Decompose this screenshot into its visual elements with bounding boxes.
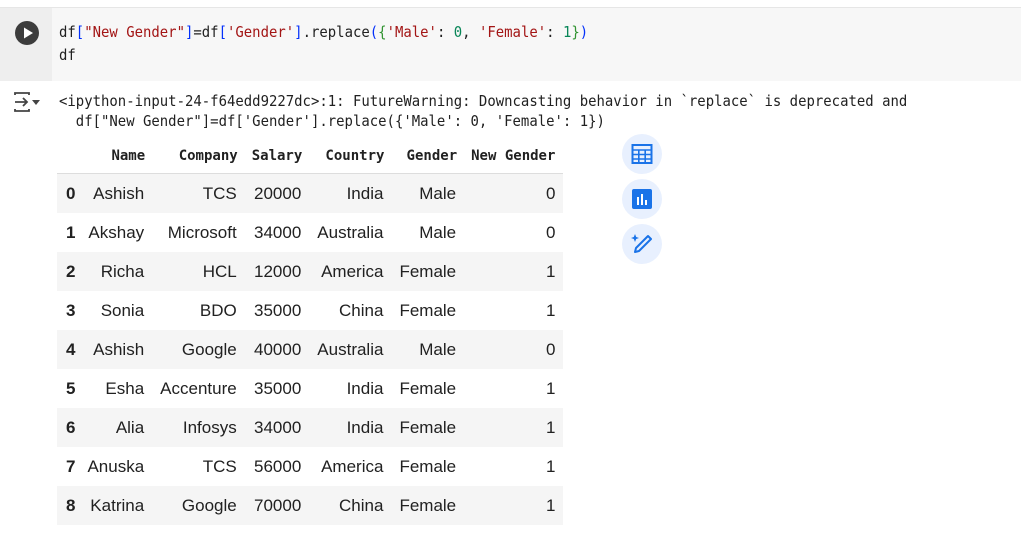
cell-company: TCS bbox=[202, 183, 237, 203]
table-row: 2 Richa HCL 12000 America Female 1 bbox=[57, 252, 564, 291]
cell-gender: Female bbox=[399, 300, 457, 320]
code-line-2: df bbox=[59, 46, 76, 64]
cell-name: Akshay bbox=[88, 222, 145, 242]
cell-index: 7 bbox=[66, 456, 76, 476]
table-row: 8 Katrina Google 70000 China Female 1 bbox=[57, 486, 564, 525]
table-row: 7 Anuska TCS 56000 America Female 1 bbox=[57, 447, 563, 486]
cell-salary: 40000 bbox=[254, 339, 302, 359]
cell-country: China bbox=[339, 300, 384, 320]
cell-name: Anuska bbox=[87, 456, 145, 476]
cell-gender: Female bbox=[399, 261, 457, 281]
cell-company: Google bbox=[181, 339, 237, 359]
cell-salary: 34000 bbox=[254, 417, 302, 437]
cell-gender: Male bbox=[419, 183, 457, 203]
dataframe-table: Name Company Salary Country Gender New G… bbox=[57, 138, 564, 525]
cell-new-gender: 1 bbox=[545, 456, 556, 476]
column-header-new-gender: New Gender bbox=[464, 138, 564, 174]
column-header-salary: Salary bbox=[244, 138, 310, 174]
output-options-icon[interactable] bbox=[12, 90, 44, 114]
column-header-country: Country bbox=[309, 138, 392, 174]
cell-country: Australia bbox=[317, 339, 384, 359]
cell-index: 6 bbox=[66, 417, 76, 437]
warning-line-2: df["New Gender"]=df['Gender'].replace({'… bbox=[59, 112, 605, 130]
table-icon bbox=[631, 144, 653, 164]
cell-country: India bbox=[346, 417, 384, 437]
cell-salary: 56000 bbox=[254, 456, 302, 476]
cell-country: India bbox=[346, 183, 384, 203]
cell-company: Accenture bbox=[160, 378, 237, 398]
warning-output: <ipython-input-24-f64edd9227dc>:1: Futur… bbox=[59, 91, 907, 131]
table-row: 4 Ashish Google 40000 Australia Male 0 bbox=[57, 330, 564, 369]
cell-new-gender: 1 bbox=[545, 261, 556, 281]
cell-new-gender: 1 bbox=[545, 495, 556, 515]
cell-gender: Female bbox=[399, 417, 457, 437]
table-row: 6 Alia Infosys 34000 India Female 1 bbox=[57, 408, 564, 447]
cell-name: Esha bbox=[105, 378, 145, 398]
column-header-gender: Gender bbox=[391, 138, 465, 174]
suggest-charts-button[interactable] bbox=[622, 179, 662, 219]
cell-gender: Female bbox=[399, 456, 457, 476]
cell-company: Infosys bbox=[182, 417, 237, 437]
column-header-company: Company bbox=[152, 138, 245, 174]
cell-salary: 20000 bbox=[254, 183, 302, 203]
table-row: 1 Akshay Microsoft 34000 Australia Male 0 bbox=[57, 213, 563, 252]
cell-index: 0 bbox=[66, 183, 76, 203]
code-editor[interactable]: df["New Gender"]=df['Gender'].replace({'… bbox=[59, 21, 588, 67]
cell-salary: 12000 bbox=[254, 261, 302, 281]
cell-gutter bbox=[0, 8, 52, 81]
cell-new-gender: 0 bbox=[545, 183, 556, 203]
cell-index: 5 bbox=[66, 378, 76, 398]
cell-country: India bbox=[346, 378, 384, 398]
cell-gender: Female bbox=[399, 495, 457, 515]
cell-index: 4 bbox=[66, 339, 76, 359]
cell-name: Alia bbox=[115, 417, 145, 437]
play-icon bbox=[24, 27, 33, 39]
cell-salary: 35000 bbox=[254, 378, 302, 398]
cell-salary: 35000 bbox=[254, 300, 302, 320]
cell-salary: 34000 bbox=[254, 222, 302, 242]
cell-new-gender: 1 bbox=[545, 300, 556, 320]
cell-new-gender: 1 bbox=[545, 417, 556, 437]
code-line-1: df["New Gender"]=df['Gender'].replace({'… bbox=[59, 23, 589, 41]
cell-index: 3 bbox=[66, 300, 76, 320]
cell-country: America bbox=[321, 456, 384, 476]
table-row: 0 Ashish TCS 20000 India Male 0 bbox=[57, 173, 564, 213]
convert-to-interactive-table-button[interactable] bbox=[622, 134, 662, 174]
cell-country: Australia bbox=[317, 222, 384, 242]
cell-company: TCS bbox=[202, 456, 237, 476]
column-header-name: Name bbox=[79, 138, 153, 174]
cell-name: Katrina bbox=[90, 495, 145, 515]
cell-country: America bbox=[321, 261, 384, 281]
cell-salary: 70000 bbox=[254, 495, 302, 515]
cell-gender: Male bbox=[419, 339, 457, 359]
cell-new-gender: 1 bbox=[545, 378, 556, 398]
cell-name: Ashish bbox=[93, 183, 145, 203]
generate-code-button[interactable] bbox=[622, 224, 662, 264]
cell-name: Sonia bbox=[100, 300, 145, 320]
table-row: 3 Sonia BDO 35000 China Female 1 bbox=[57, 291, 563, 330]
cell-index: 2 bbox=[66, 261, 76, 281]
code-cell-input[interactable]: df["New Gender"]=df['Gender'].replace({'… bbox=[0, 7, 1021, 81]
cell-gender: Female bbox=[399, 378, 457, 398]
cell-company: Google bbox=[181, 495, 237, 515]
cell-gender: Male bbox=[419, 222, 457, 242]
cell-index: 8 bbox=[66, 495, 76, 515]
cell-index: 1 bbox=[66, 222, 76, 242]
cell-company: BDO bbox=[199, 300, 237, 320]
run-cell-button[interactable] bbox=[15, 21, 39, 45]
cell-new-gender: 0 bbox=[545, 339, 556, 359]
bar-chart-icon bbox=[632, 189, 652, 209]
cell-new-gender: 0 bbox=[545, 222, 556, 242]
warning-line-1: <ipython-input-24-f64edd9227dc>:1: Futur… bbox=[59, 92, 908, 110]
magic-pen-icon bbox=[631, 234, 652, 253]
cell-company: Microsoft bbox=[167, 222, 237, 242]
column-header-index bbox=[57, 138, 80, 174]
cell-name: Richa bbox=[100, 261, 145, 281]
cell-country: China bbox=[339, 495, 384, 515]
cell-name: Ashish bbox=[93, 339, 145, 359]
cell-company: HCL bbox=[202, 261, 237, 281]
table-row: 5 Esha Accenture 35000 India Female 1 bbox=[57, 369, 563, 408]
table-header-row: Name Company Salary Country Gender New G… bbox=[57, 138, 564, 174]
